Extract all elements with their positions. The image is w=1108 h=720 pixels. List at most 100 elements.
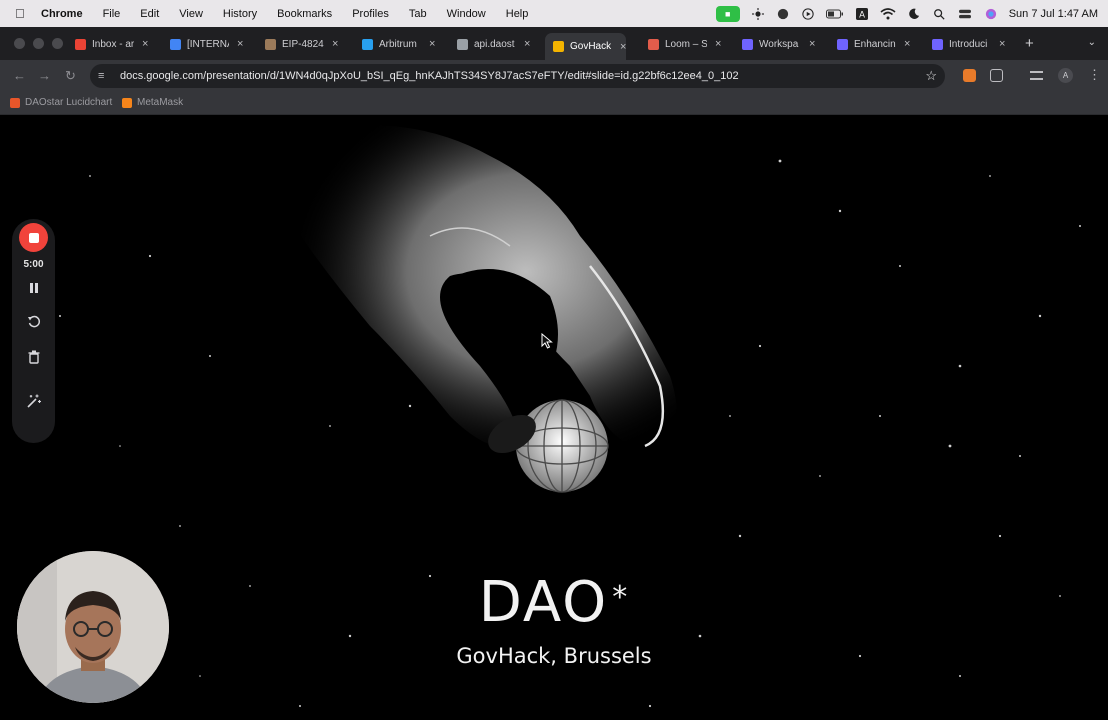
menu-file[interactable]: File <box>103 8 121 20</box>
window-controls <box>14 38 63 49</box>
bookmark-label: MetaMask <box>137 97 184 108</box>
close-tab-icon[interactable]: × <box>809 38 815 50</box>
google-docs-icon <box>170 38 181 50</box>
bookmarks-bar: DAOstar Lucidchart MetaMask <box>0 92 1108 115</box>
play-circle-icon[interactable] <box>801 7 815 20</box>
close-tab-icon[interactable]: × <box>237 38 243 50</box>
eip-icon <box>265 38 276 50</box>
mouse-pointer-icon <box>541 333 553 349</box>
tab-label: GovHack <box>570 41 612 52</box>
lucidchart-icon <box>10 97 20 108</box>
bookmark-star-icon[interactable]: ☆ <box>925 68 937 84</box>
close-tab-icon[interactable]: × <box>999 38 1005 50</box>
menu-tab[interactable]: Tab <box>409 8 427 20</box>
stop-icon <box>28 232 39 243</box>
menu-edit[interactable]: Edit <box>140 8 159 20</box>
apple-icon[interactable]:  <box>15 6 29 21</box>
menu-clock[interactable]: Sun 7 Jul 1:47 AM <box>1009 8 1098 20</box>
webcam-bubble[interactable] <box>17 551 169 703</box>
close-tab-icon[interactable]: × <box>904 38 910 50</box>
presenter-video <box>17 551 169 703</box>
keyboard-input-icon[interactable]: A <box>855 7 869 20</box>
macos-menu-bar:  Chrome File Edit View History Bookmark… <box>0 0 1108 27</box>
stop-recording-button[interactable] <box>19 223 48 252</box>
url-text[interactable]: docs.google.com/presentation/d/1WN4d0qJp… <box>120 70 920 82</box>
browser-tab[interactable]: api.daost × <box>457 33 530 55</box>
close-tab-icon[interactable]: × <box>429 38 435 50</box>
tab-label: Inbox - ar <box>92 38 134 50</box>
close-tab-icon[interactable]: × <box>715 38 721 50</box>
app-menu: Chrome File Edit View History Bookmarks … <box>41 8 548 20</box>
browser-tab[interactable]: Workspa × <box>742 33 815 55</box>
loom-icon <box>648 38 659 50</box>
back-arrow-icon[interactable]: ← <box>13 68 26 83</box>
bookmark-metamask[interactable]: MetaMask <box>122 97 183 108</box>
tab-label: Introduci <box>949 38 988 50</box>
close-tab-icon[interactable]: × <box>332 38 338 50</box>
pause-recording-button[interactable] <box>24 278 43 297</box>
magic-wand-icon <box>27 394 41 408</box>
menu-window[interactable]: Window <box>447 8 486 20</box>
workspace-icon <box>742 38 753 50</box>
tab-label: Enhancin <box>854 38 896 50</box>
gmail-icon <box>75 38 86 50</box>
menu-view[interactable]: View <box>179 8 203 20</box>
close-window-button[interactable] <box>14 38 25 49</box>
restart-recording-button[interactable] <box>24 312 43 331</box>
wifi-icon[interactable] <box>880 7 896 20</box>
tab-search-chevron-icon[interactable]: ⌄ <box>1088 37 1096 48</box>
close-tab-icon[interactable]: × <box>524 38 530 50</box>
svg-text:A: A <box>859 10 865 20</box>
browser-tab-strip: Inbox - ar×[INTERNA×EIP-4824×Arbitrum×ap… <box>0 27 1108 60</box>
forward-arrow-icon[interactable]: → <box>38 68 51 83</box>
tab-label: Workspa <box>759 38 799 50</box>
tab-label: api.daost <box>474 38 515 50</box>
zoom-window-button[interactable] <box>52 38 63 49</box>
arbitrum-icon <box>362 38 373 50</box>
menu-help[interactable]: Help <box>506 8 529 20</box>
minimize-window-button[interactable] <box>33 38 44 49</box>
battery-icon[interactable] <box>825 8 844 20</box>
browser-tab[interactable]: Inbox - ar × <box>75 33 148 55</box>
browser-tab[interactable]: Enhancin × <box>837 33 910 55</box>
video-camera-icon[interactable]: ■ <box>715 5 740 22</box>
reading-list-icon[interactable] <box>1030 71 1043 80</box>
profile-avatar[interactable]: A <box>1058 68 1073 83</box>
browser-tab[interactable]: Arbitrum × <box>362 33 435 55</box>
browser-tab[interactable]: Loom – S × <box>648 33 721 55</box>
menu-profiles[interactable]: Profiles <box>352 8 389 20</box>
browser-tab[interactable]: EIP-4824 × <box>265 33 338 55</box>
moon-icon[interactable] <box>907 8 921 20</box>
menu-bookmarks[interactable]: Bookmarks <box>277 8 332 20</box>
tab-label: Loom – S <box>665 38 707 50</box>
metamask-extension-icon[interactable] <box>963 69 976 82</box>
loom-recorder-controls: 5:00 <box>12 219 55 443</box>
control-center-icon[interactable] <box>957 8 973 20</box>
browser-toolbar: ← → ↻ ≡ docs.google.com/presentation/d/1… <box>0 60 1108 92</box>
site-settings-icon[interactable]: ≡ <box>98 70 110 82</box>
menu-app-name[interactable]: Chrome <box>41 8 83 20</box>
menu-history[interactable]: History <box>223 8 257 20</box>
more-menu-icon[interactable]: ⋮ <box>1088 67 1101 83</box>
browser-tab[interactable]: Introduci × <box>932 33 1005 55</box>
trash-icon <box>28 350 39 364</box>
browser-tab[interactable]: GovHack × <box>545 33 627 60</box>
extensions-puzzle-icon[interactable] <box>990 69 1003 82</box>
close-tab-icon[interactable]: × <box>620 41 626 53</box>
reload-icon[interactable]: ↻ <box>65 68 76 84</box>
bookmark-label: DAOstar Lucidchart <box>25 97 113 108</box>
notification-badge-icon[interactable] <box>776 8 790 20</box>
pause-icon <box>29 282 38 293</box>
new-tab-button[interactable]: + <box>1025 35 1034 52</box>
close-tab-icon[interactable]: × <box>142 38 148 50</box>
slide-title-mark: * <box>612 580 630 615</box>
drawing-effects-button[interactable] <box>24 392 43 411</box>
bookmark-lucidchart[interactable]: DAOstar Lucidchart <box>10 97 112 108</box>
delete-recording-button[interactable] <box>24 347 43 366</box>
address-bar[interactable]: ≡ docs.google.com/presentation/d/1WN4d0q… <box>90 64 945 88</box>
search-icon[interactable] <box>932 8 946 20</box>
browser-tab[interactable]: [INTERNA × <box>170 33 243 55</box>
status-area: ■ A Sun 7 Jul 1:47 AM <box>715 0 1098 27</box>
siri-icon[interactable] <box>984 8 998 20</box>
brightness-icon[interactable] <box>751 7 765 20</box>
